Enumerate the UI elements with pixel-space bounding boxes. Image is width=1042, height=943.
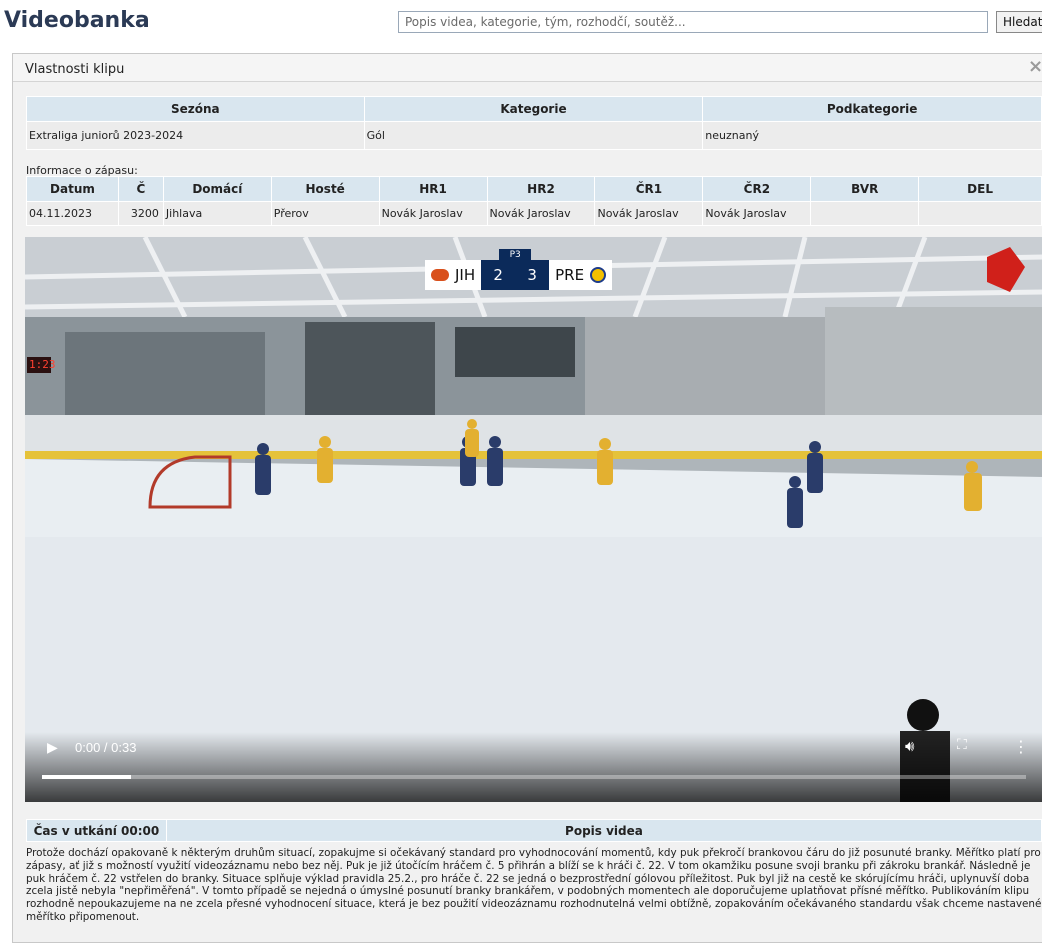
video-referee-cell	[810, 201, 920, 226]
home-team-logo-icon	[431, 269, 449, 281]
subcategory-cell: neuznaný	[702, 121, 1042, 150]
category-cell: Gól	[363, 121, 704, 150]
away-team-cell: Přerov	[270, 201, 380, 226]
score-box: P3 2 3	[481, 249, 550, 290]
arena-clock: 1:23	[27, 357, 56, 373]
column-header: HR1	[378, 176, 488, 202]
table-row: Extraliga juniorů 2023-2024 Gól neuznaný	[26, 121, 1042, 150]
column-header: HR2	[486, 176, 596, 202]
close-icon[interactable]: ×	[1028, 56, 1042, 77]
video-description-header: Popis videa	[165, 819, 1042, 842]
match-time-header: Čas v utkání 00:00	[26, 819, 167, 842]
away-team-abbr: PRE	[555, 266, 585, 284]
clip-properties-dialog: Vlastnosti klipu × Sezóna Kategorie Podk…	[12, 53, 1042, 943]
column-header: Domácí	[162, 176, 272, 202]
hockey-rink-scene	[25, 237, 1042, 802]
volume-icon[interactable]: 🔊︎	[905, 737, 914, 755]
home-score: 2	[493, 266, 503, 284]
table-header-row: Čas v utkání 00:00 Popis videa	[26, 819, 1042, 842]
home-team-cell: Jihlava	[162, 201, 272, 226]
progress-fill	[42, 775, 131, 779]
column-header: Kategorie	[363, 96, 704, 122]
linesman-1-cell: Novák Jaroslav	[594, 201, 704, 226]
column-header: Č	[117, 176, 164, 202]
match-info-table: Datum Č Domácí Hosté HR1 HR2 ČR1 ČR2 BVR…	[26, 176, 1042, 226]
match-number-cell: 3200	[117, 201, 164, 226]
column-header: ČR1	[594, 176, 704, 202]
play-icon[interactable]: ▶	[47, 740, 58, 756]
table-header-row: Sezóna Kategorie Podkategorie	[26, 96, 1042, 122]
search-button[interactable]: Hledat	[996, 11, 1042, 33]
delegate-cell	[918, 201, 1042, 226]
description-table: Čas v utkání 00:00 Popis videa	[26, 819, 1042, 842]
column-header: DEL	[918, 176, 1042, 202]
column-header: Datum	[26, 176, 119, 202]
date-cell: 04.11.2023	[26, 201, 119, 226]
referee-2-cell: Novák Jaroslav	[486, 201, 596, 226]
dialog-header: Vlastnosti klipu ×	[13, 54, 1042, 82]
video-player[interactable]: 1:23 JIH P3 2 3 PRE ▶ 0:00 / 0:33 🔊︎ ⛶ ⋮	[25, 237, 1042, 802]
away-score: 3	[527, 266, 537, 284]
season-cell: Extraliga juniorů 2023-2024	[26, 121, 365, 150]
column-header: Hosté	[270, 176, 380, 202]
column-header: BVR	[810, 176, 920, 202]
video-controls-bar	[25, 732, 1042, 802]
column-header: ČR2	[702, 176, 812, 202]
away-team-logo-icon	[590, 267, 607, 283]
progress-bar[interactable]	[42, 775, 1026, 779]
dialog-title: Vlastnosti klipu	[25, 62, 125, 77]
app-title: Videobanka	[4, 8, 150, 33]
linesman-2-cell: Novák Jaroslav	[702, 201, 812, 226]
referee-1-cell: Novák Jaroslav	[378, 201, 488, 226]
home-team-badge: JIH	[425, 260, 482, 290]
search-input[interactable]	[398, 11, 988, 33]
fullscreen-icon[interactable]: ⛶	[957, 737, 967, 753]
period-label: P3	[499, 249, 532, 261]
time-display: 0:00 / 0:33	[75, 740, 137, 755]
menu-icon[interactable]: ⋮	[1013, 737, 1029, 756]
clip-meta-table: Sezóna Kategorie Podkategorie Extraliga …	[26, 96, 1042, 150]
home-team-abbr: JIH	[455, 266, 476, 284]
column-header: Sezóna	[26, 96, 365, 122]
table-row: 04.11.2023 3200 Jihlava Přerov Novák Jar…	[26, 201, 1042, 226]
scorebug: JIH P3 2 3 PRE	[425, 249, 613, 291]
top-bar: Videobanka Hledat	[0, 0, 1042, 44]
table-header-row: Datum Č Domácí Hosté HR1 HR2 ČR1 ČR2 BVR…	[26, 176, 1042, 202]
video-description-text: Protože dochází opakovaně k některým dru…	[26, 847, 1042, 923]
column-header: Podkategorie	[702, 96, 1042, 122]
away-team-badge: PRE	[549, 260, 613, 290]
